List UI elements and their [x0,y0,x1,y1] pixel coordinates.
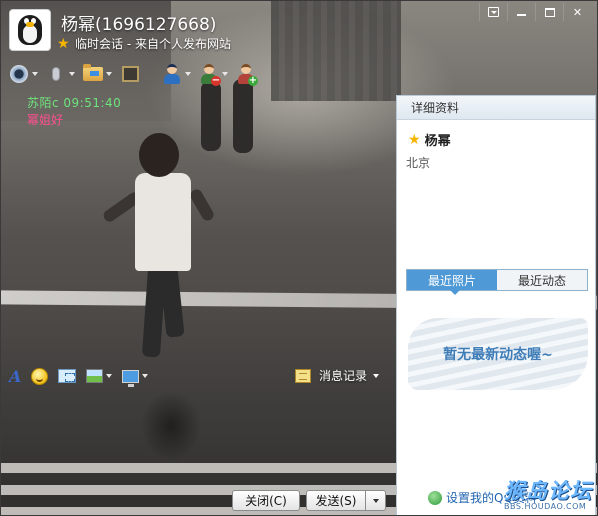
video-call-icon [10,65,28,83]
qq-penguin-icon [15,13,45,47]
chevron-down-icon[interactable] [185,72,191,76]
emoji-button[interactable] [31,367,49,385]
chevron-down-icon[interactable] [142,374,149,378]
chevron-down-icon [372,498,379,503]
film-button[interactable] [120,64,140,84]
screen-share-button[interactable] [122,369,149,387]
profile-location: 北京 [406,156,431,170]
maximize-button[interactable] [535,3,563,21]
chevron-down-icon[interactable] [222,72,228,76]
empty-state: 暂无最新动态喔~ [408,318,588,390]
background-walker [201,81,221,151]
screen-share-icon [122,369,140,387]
chat-window: 杨幂(1696127668) ★ 临时会话 - 来自个人发布网站 ✕ − + 苏… [0,0,598,516]
chevron-down-icon[interactable] [373,373,380,378]
remove-contact-button[interactable]: − [199,64,228,86]
voice-call-button[interactable] [46,64,75,84]
chevron-down-icon[interactable] [106,72,112,76]
message-sender-time: 苏陌c 09:51:40 [27,96,122,110]
background-child-head [139,133,179,177]
send-button[interactable]: 发送(S) [306,490,366,511]
image-button[interactable] [86,369,113,383]
session-subtitle: 临时会话 - 来自个人发布网站 [75,37,231,51]
file-transfer-button[interactable] [83,64,112,84]
background-child-body [135,173,191,271]
send-options-button[interactable] [366,490,386,511]
voice-call-icon [52,67,60,81]
menu-icon [488,7,499,17]
video-call-button[interactable] [9,64,38,84]
emoji-icon [31,367,49,385]
watermark: 猴岛论坛 BBS.HOUDAO.COM [504,475,592,511]
qq-settings-icon [428,490,442,505]
report-button[interactable] [162,64,191,84]
star-icon: ★ [57,36,70,52]
add-contact-button[interactable]: + [236,64,258,86]
panel-header: 详细资料 [397,96,595,120]
chevron-down-icon[interactable] [69,72,75,76]
contact-name[interactable]: 杨幂(1696127668) [61,10,216,35]
window-controls: ✕ [479,3,591,21]
chevron-down-icon[interactable] [32,72,38,76]
message-history-label: 消息记录 [319,369,368,383]
maximize-icon [544,7,555,17]
message-history-button[interactable]: 消息记录 [295,367,380,384]
screenshot-button[interactable] [58,369,77,383]
close-window-button[interactable]: ✕ [563,3,591,21]
close-icon: ✕ [572,5,583,19]
police-person-icon [163,64,181,84]
add-contact-icon: + [237,64,258,86]
chevron-down-icon[interactable] [106,374,113,378]
profile-name[interactable]: 杨幂 [425,130,451,149]
input-toolbar: A [9,365,158,387]
close-button[interactable]: 关闭(C) [232,490,300,511]
star-icon: ★ [408,131,421,148]
tab-recent-photos[interactable]: 最近照片 [407,270,497,295]
panel-tabs: 最近照片 最近动态 [406,269,588,295]
watermark-title: 猴岛论坛 [504,479,592,503]
background-building-right [271,1,401,101]
watermark-url: BBS.HOUDAO.COM [504,502,587,511]
font-icon: A [9,366,22,386]
remove-contact-icon: − [200,64,221,86]
profile-name-row: ★ 杨幂 [408,130,451,150]
minimize-icon [517,13,526,16]
window-menu-button[interactable] [479,3,507,21]
film-icon [121,66,139,82]
message-text: 幂姐好 [27,113,64,127]
profile-panel: 详细资料 ★ 杨幂 北京 最近照片 最近动态 暂无最新动态喔~ 设置我的QQ资料 [396,95,596,515]
tab-recent-updates[interactable]: 最近动态 [497,270,587,290]
screenshot-icon [58,369,77,383]
font-button[interactable]: A [9,367,21,386]
minimize-button[interactable] [507,3,535,21]
chat-toolbar: − + [9,62,264,86]
empty-state-text: 暂无最新动态喔~ [443,347,553,363]
history-icon [295,368,311,383]
background-walker [233,79,253,153]
contact-avatar[interactable] [9,9,51,51]
background-puddle [141,391,201,461]
file-transfer-icon [83,64,103,81]
image-icon [86,369,104,383]
